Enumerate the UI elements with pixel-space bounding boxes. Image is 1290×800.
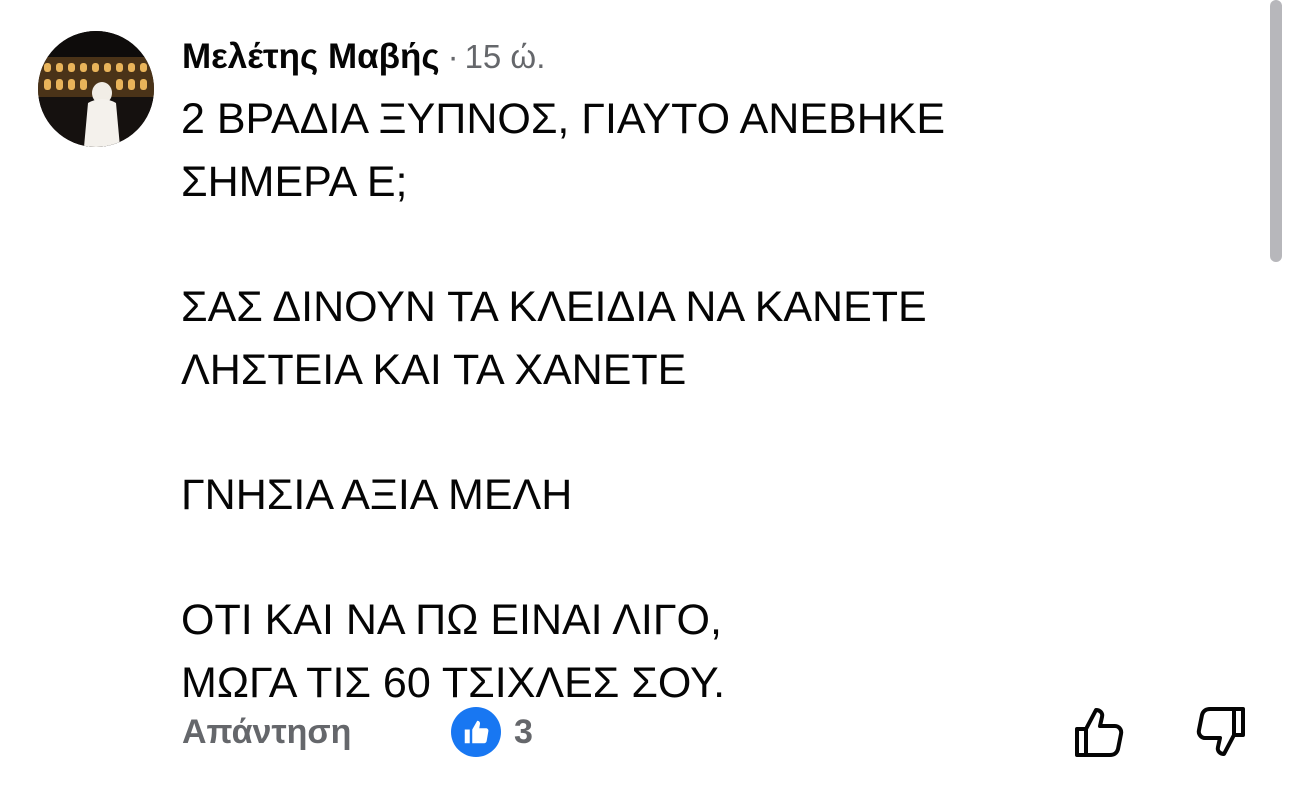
comment-text-line: ΣΗΜΕΡΑ Ε; (181, 158, 408, 206)
avatar[interactable] (38, 31, 154, 147)
comment-text-line: 2 ΒΡΑΔΙΑ ΞΥΠΝΟΣ, ΓΙΑΥΤΟ ΑΝΕΒΗΚΕ (181, 95, 946, 143)
avatar-photo (38, 31, 154, 147)
separator-dot: · (447, 38, 459, 75)
scrollbar-thumb[interactable] (1270, 0, 1282, 262)
like-icon (451, 707, 501, 757)
reaction-summary[interactable]: 3 (451, 705, 533, 759)
comment-body: 2 ΒΡΑΔΙΑ ΞΥΠΝΟΣ, ΓΙΑΥΤΟ ΑΝΕΒΗΚΕ ΣΗΜΕΡΑ Ε… (181, 88, 1241, 715)
comment-header: Μελέτης Μαβής · 15 ώ. (182, 34, 545, 80)
comment-timestamp[interactable]: 15 ώ. (465, 38, 546, 75)
thumbs-up-outline-icon[interactable] (1070, 702, 1130, 762)
author-name[interactable]: Μελέτης Μαβής (182, 37, 440, 76)
comment-text-line: ΓΝΗΣΙΑ ΑΞΙΑ ΜΕΛΗ (181, 471, 573, 519)
reaction-count: 3 (514, 712, 533, 751)
comment-text-line: ΛΗΣΤΕΙΑ ΚΑΙ ΤΑ ΧΑΝΕΤΕ (181, 346, 687, 394)
thumbs-down-outline-icon[interactable] (1190, 702, 1250, 762)
comment-text-line: ΟΤΙ ΚΑΙ ΝΑ ΠΩ ΕΙΝΑΙ ΛΙΓΟ, (181, 596, 722, 644)
reply-button[interactable]: Απάντηση (182, 709, 351, 755)
comment-text-line: ΣΑΣ ΔΙΝΟΥΝ ΤΑ ΚΛΕΙΔΙΑ ΝΑ ΚΑΝΕΤΕ (181, 283, 927, 331)
